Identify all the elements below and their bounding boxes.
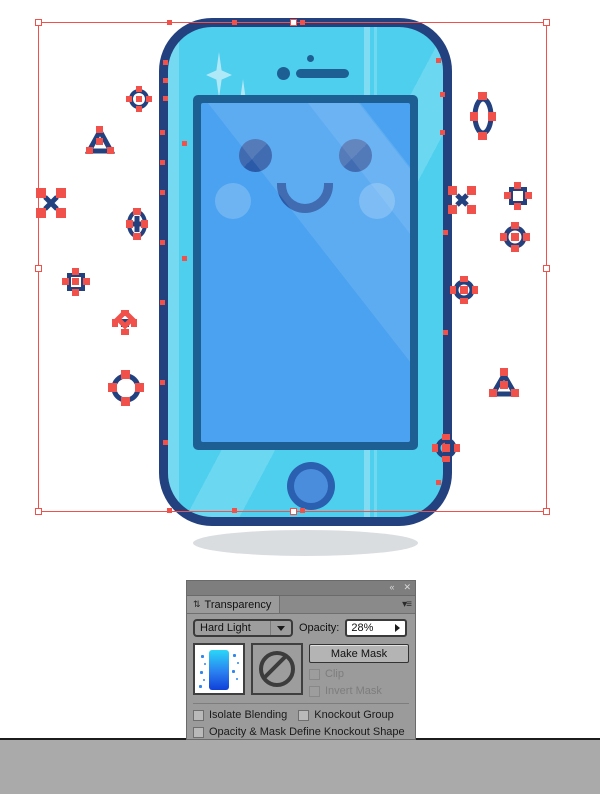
no-mask-icon [259,651,295,687]
decor-shape-triangle [488,368,520,400]
decor-shape-square-ring [62,268,90,296]
blend-mode-value: Hard Light [200,622,251,634]
blending-options-row: Isolate Blending Knockout Group [187,704,415,721]
invert-mask-checkbox [309,685,320,697]
smartphone-artwork[interactable] [160,22,450,556]
invert-mask-checkbox-row: Invert Mask [309,685,409,697]
decor-shape-target [126,86,152,112]
isolate-blending-label[interactable]: Isolate Blending [209,709,287,721]
close-icon[interactable]: ✕ [403,582,411,593]
decor-shape-x [36,188,66,218]
opacity-label: Opacity: [299,622,340,634]
make-mask-button[interactable]: Make Mask [309,644,409,663]
clip-label: Clip [325,668,344,680]
opacity-mask-knockout-checkbox[interactable] [193,726,204,738]
decor-shape-diamond [112,310,138,336]
clip-checkbox-row: Clip [309,668,409,680]
illustrator-canvas: « ✕ ⇅ Transparency ▾≡ Hard Light Opacity… [0,0,600,794]
blend-mode-select[interactable]: Hard Light [193,619,293,637]
thumbnails-row: Make Mask Clip Invert Mask [187,640,415,697]
thumbnail-phone-shape [209,650,229,690]
invert-mask-label: Invert Mask [325,685,382,697]
panel-tab-row[interactable]: ⇅ Transparency ▾≡ [187,596,415,614]
mask-thumbnail[interactable] [251,643,303,695]
opacity-mask-knockout-label[interactable]: Opacity & Mask Define Knockout Shape [209,726,405,738]
knockout-group-checkbox[interactable] [298,709,310,721]
decor-shape-target [432,434,460,462]
sensor-dot-icon [277,67,290,80]
opacity-value: 28% [351,622,374,634]
decor-shape-ring [108,370,144,406]
clip-checkbox [309,668,320,680]
decor-shape-target [450,276,478,304]
blend-opacity-row: Hard Light Opacity: 28% [187,614,415,640]
phone-drop-shadow [193,530,418,556]
opacity-flyout-icon[interactable] [389,621,405,635]
canvas-background [0,738,600,794]
artwork-thumbnail[interactable] [193,643,245,695]
screen-bezel [193,95,418,450]
home-button-icon [287,462,335,510]
opacity-input[interactable]: 28% [345,619,408,637]
chevron-down-icon[interactable] [270,621,291,635]
transparency-panel[interactable]: « ✕ ⇅ Transparency ▾≡ Hard Light Opacity… [186,580,416,740]
earpiece-speaker-icon [296,69,349,78]
phone-body [168,27,443,517]
tab-grip-icon: ⇅ [193,599,201,609]
tab-empty-area [280,596,415,613]
knockout-group-label[interactable]: Knockout Group [314,709,394,721]
knockout-shape-row: Opacity & Mask Define Knockout Shape [187,721,415,738]
front-camera-icon [307,55,314,62]
collapse-icon[interactable]: « [389,582,394,593]
decor-shape-square-ring [504,182,532,210]
panel-menu-icon[interactable]: ▾≡ [402,599,412,610]
decor-shape-ellipse [470,92,496,140]
isolate-blending-checkbox[interactable] [193,709,204,721]
phone-screen [201,103,410,442]
decor-shape-x [448,186,476,214]
decor-shape-cross [126,208,148,240]
panel-title: Transparency [204,598,272,611]
tab-transparency[interactable]: ⇅ Transparency [187,596,281,613]
blush-left [215,183,251,219]
panel-titlebar[interactable]: « ✕ [187,581,415,596]
decor-shape-target [500,222,530,252]
decor-shape-triangle [85,126,115,156]
